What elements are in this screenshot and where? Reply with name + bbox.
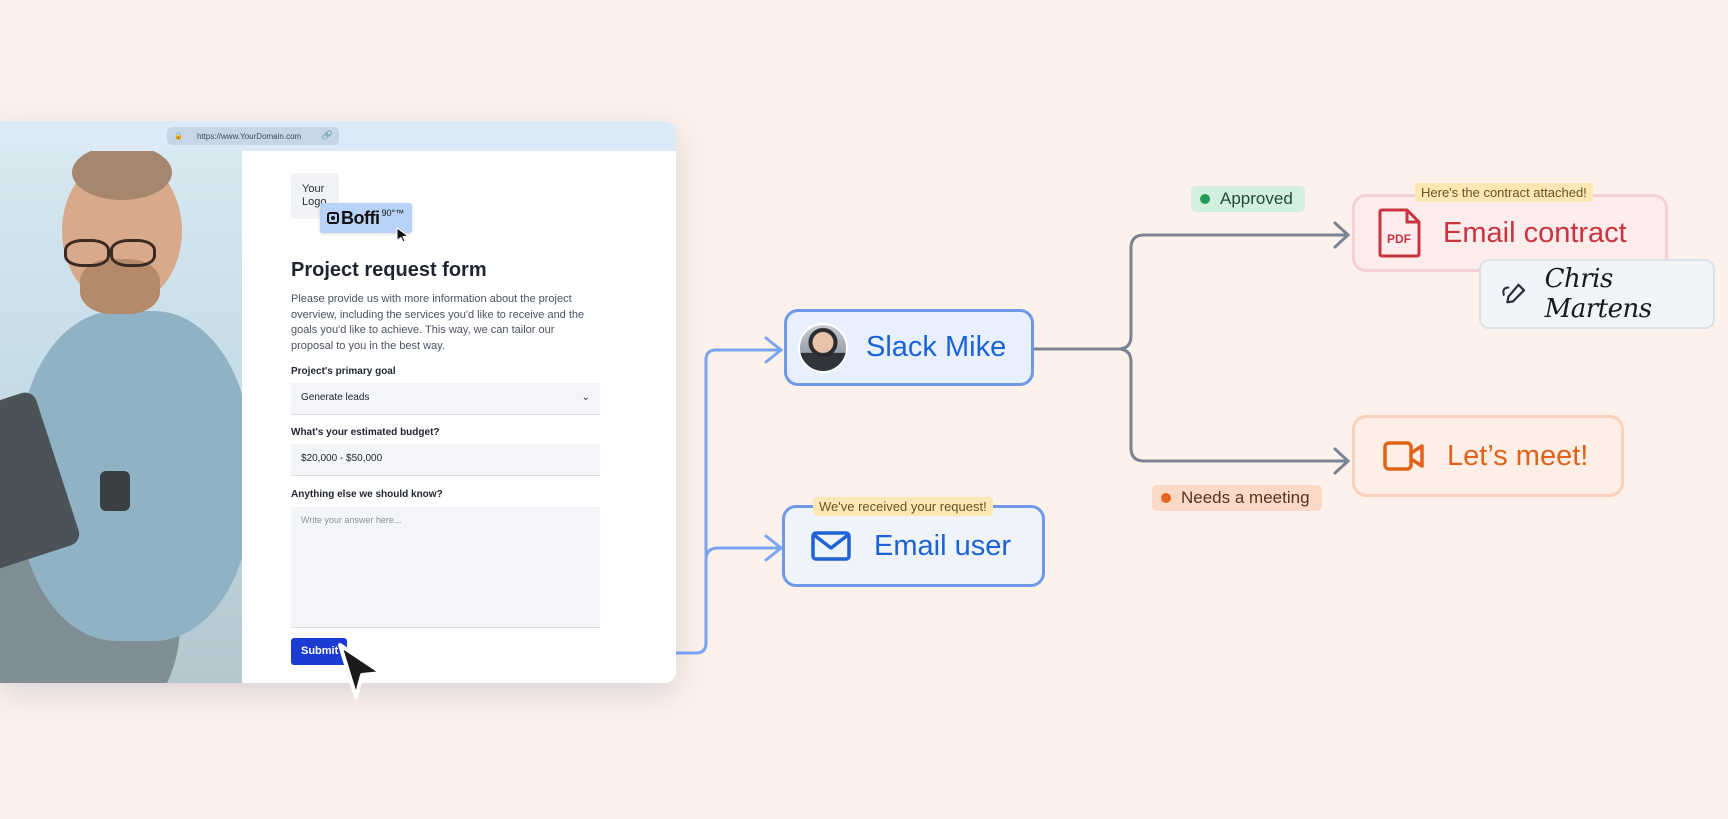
notes-textarea[interactable]: Write your answer here...: [291, 507, 600, 628]
signature-name: Chris Martens: [1544, 264, 1652, 324]
signature-card[interactable]: Chris Martens: [1479, 259, 1715, 329]
video-camera-icon: [1383, 441, 1424, 471]
budget-label: What's your estimated budget?: [291, 427, 440, 438]
boffi-mark-icon: [327, 212, 339, 224]
arrow-meet: [1333, 447, 1351, 475]
lets-meet-node[interactable]: Let’s meet!: [1352, 415, 1624, 497]
address-bar[interactable]: 🔒 https://www.YourDomain.com 🔗: [167, 127, 339, 145]
hero-photo: [0, 151, 242, 683]
arrow-contract: [1333, 221, 1351, 249]
connector-slack-branch: [1034, 233, 1348, 351]
request-form: Your Logo Boffi 90°™ Project request for…: [242, 151, 676, 683]
notes-placeholder: Write your answer here...: [301, 515, 402, 525]
arrow-email: [764, 534, 784, 562]
email-contract-badge: Here's the contract attached!: [1415, 183, 1593, 202]
arrow-slack: [764, 336, 784, 364]
goal-label: Project's primary goal: [291, 366, 396, 377]
browser-toolbar: 🔒 https://www.YourDomain.com 🔗: [0, 121, 676, 151]
pointer-cursor-icon: [338, 643, 384, 699]
pen-icon: [1502, 283, 1526, 304]
approved-dot: [1200, 194, 1210, 204]
email-user-badge: We've received your request!: [813, 497, 993, 516]
form-title: Project request form: [291, 259, 487, 281]
status-meeting-badge: Needs a meeting: [1152, 485, 1322, 511]
browser-window: 🔒 https://www.YourDomain.com 🔗 Your Logo…: [0, 121, 676, 683]
status-meeting-label: Needs a meeting: [1181, 488, 1310, 507]
email-user-node[interactable]: Email user: [782, 505, 1045, 587]
mail-icon: [811, 531, 851, 561]
slack-mike-node[interactable]: Slack Mike: [784, 309, 1034, 386]
budget-input-value: $20,000 - $50,000: [301, 453, 383, 464]
brand-superscript: 90°™: [381, 208, 405, 218]
small-cursor-icon: [396, 227, 410, 243]
pdf-icon-text: PDF: [1387, 232, 1411, 246]
email-user-label: Email user: [874, 529, 1011, 562]
lets-meet-label: Let’s meet!: [1447, 439, 1589, 472]
brand-name: Boffi: [341, 207, 380, 228]
form-description: Please provide us with more information …: [291, 293, 585, 352]
goal-select-value: Generate leads: [301, 392, 370, 403]
notes-label: Anything else we should know?: [291, 489, 443, 500]
email-contract-label: Email contract: [1443, 216, 1627, 249]
lock-icon: 🔒: [174, 133, 183, 140]
avatar: [798, 322, 848, 373]
pdf-file-icon: PDF: [1378, 208, 1421, 258]
connector-submit-to-email: [704, 546, 780, 561]
slack-mike-label: Slack Mike: [866, 331, 1007, 363]
connector-slack-to-meet: [1117, 347, 1348, 463]
address-bar-url: https://www.YourDomain.com: [197, 131, 302, 141]
goal-select[interactable]: Generate leads ⌄: [291, 383, 600, 415]
brand-logo-chip[interactable]: Boffi 90°™: [320, 203, 412, 243]
status-approved-label: Approved: [1220, 189, 1293, 208]
chevron-down-icon: ⌄: [581, 392, 590, 403]
status-approved-badge: Approved: [1191, 186, 1305, 212]
budget-input[interactable]: $20,000 - $50,000: [291, 444, 600, 476]
meeting-dot: [1161, 493, 1171, 503]
link-icon[interactable]: 🔗: [322, 130, 333, 141]
